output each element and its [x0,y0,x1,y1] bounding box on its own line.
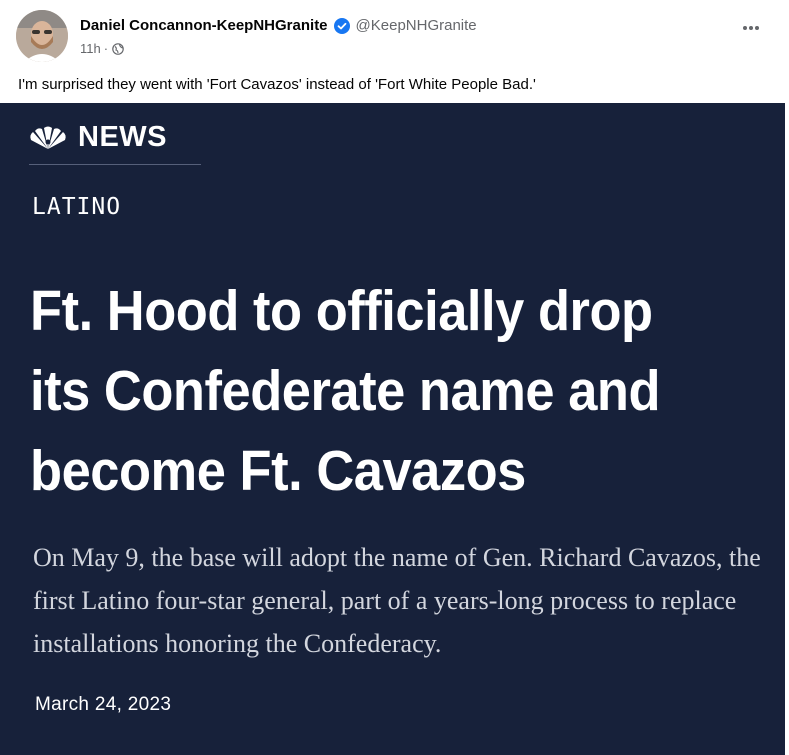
link-preview-card[interactable]: NEWS LATINO Ft. Hood to officially drop … [0,103,785,755]
article-headline: Ft. Hood to officially drop its Confeder… [30,279,661,503]
more-options-button[interactable] [733,14,769,42]
nbc-peacock-icon [30,126,66,149]
post-text: I'm surprised they went with 'Fort Cavaz… [18,76,536,93]
more-options-icon [743,26,759,30]
meta-separator: · [103,41,109,56]
logo-text: NEWS [78,121,167,153]
author-handle[interactable]: @KeepNHGranite [356,17,477,34]
article-dek: On May 9, the base will adopt the name o… [33,543,761,658]
section-label: LATINO [32,194,122,220]
post-timestamp[interactable]: 11h [80,41,101,56]
author-name[interactable]: Daniel Concannon-KeepNHGranite [80,17,328,34]
post-header: Daniel Concannon-KeepNHGranite @KeepNHGr… [0,0,789,72]
nbc-news-logo: NEWS [26,121,167,154]
globe-icon [112,42,124,55]
verified-badge-icon [333,17,350,34]
logo-divider [29,164,201,165]
article-date: March 24, 2023 [35,694,172,715]
avatar[interactable] [16,10,68,62]
avatar-image [16,10,68,62]
